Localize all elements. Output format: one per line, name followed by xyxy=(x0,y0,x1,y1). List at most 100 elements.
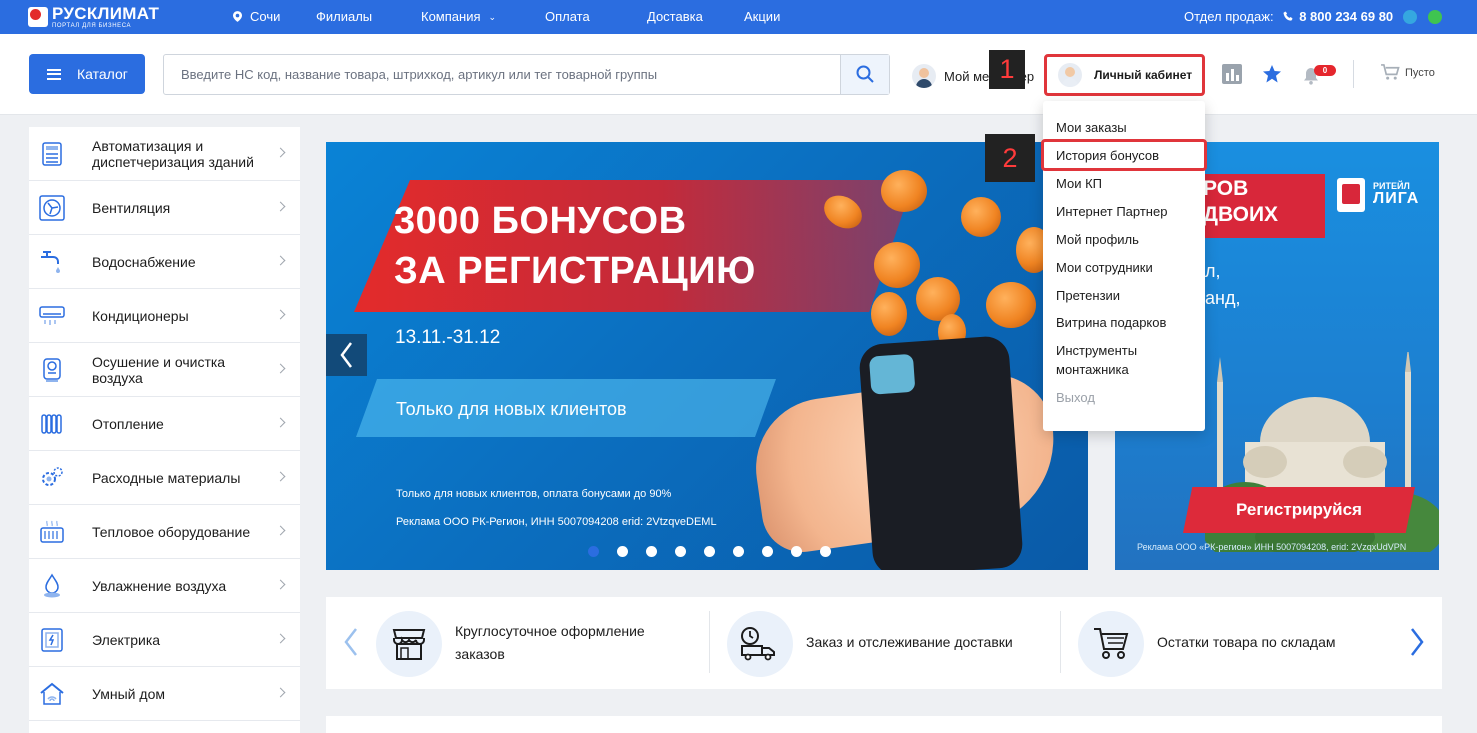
chevron-right-icon xyxy=(275,417,286,428)
search-button[interactable] xyxy=(840,55,889,94)
pagination-dot[interactable] xyxy=(704,546,715,557)
menu-item-my-quotes[interactable]: Мои КП xyxy=(1056,174,1102,193)
feature-divider xyxy=(1060,611,1061,673)
banner2-title-line1: РОВ xyxy=(1203,177,1249,200)
promo-banner[interactable]: 3000 БОНУСОВ ЗА РЕГИСТРАЦИЮ 13.11.-31.12… xyxy=(326,142,1088,570)
pagination-dot[interactable] xyxy=(733,546,744,557)
star-favorites-icon[interactable] xyxy=(1262,64,1282,84)
menu-icon xyxy=(47,68,61,80)
feature-text-line: Круглосуточное оформление xyxy=(455,623,645,639)
pagination-dot[interactable] xyxy=(646,546,657,557)
search-input[interactable] xyxy=(164,55,841,94)
nav-branches[interactable]: Филиалы xyxy=(316,9,372,24)
logo-text: РУСКЛИМАТ xyxy=(52,4,160,23)
catalog-label: Каталог xyxy=(77,66,128,82)
sidebar-item-automation[interactable]: Автоматизация и диспетчеризация зданий xyxy=(29,127,300,181)
coin-image xyxy=(986,282,1036,328)
shopping-cart-icon xyxy=(1094,628,1129,659)
catalog-sidebar: Автоматизация и диспетчеризация зданий В… xyxy=(29,127,300,733)
banner-title-line1: 3000 БОНУСОВ xyxy=(394,200,687,242)
nav-company[interactable]: Компания ⌄ xyxy=(421,9,496,24)
sidebar-item-consumables[interactable]: Расходные материалы xyxy=(29,451,300,505)
sidebar-item-thermal-equipment[interactable]: Тепловое оборудование xyxy=(29,505,300,559)
menu-item-installer-tools[interactable]: Инструменты монтажника xyxy=(1056,341,1176,379)
sidebar-item-heating[interactable]: Отопление xyxy=(29,397,300,451)
menu-item-my-profile[interactable]: Мой профиль xyxy=(1056,230,1139,249)
menu-item-my-orders[interactable]: Мои заказы xyxy=(1056,118,1127,137)
radiator-icon xyxy=(41,413,62,434)
logo[interactable]: РУСКЛИМАТ ПОРТАЛ ДЛЯ БИЗНЕСА xyxy=(28,5,159,29)
whatsapp-icon[interactable] xyxy=(1428,10,1442,24)
pagination-dot[interactable] xyxy=(617,546,628,557)
search-icon xyxy=(856,65,874,83)
personal-cabinet-button[interactable]: Личный кабинет xyxy=(1044,54,1205,96)
highlight-box-bonus-history xyxy=(1041,139,1207,171)
features-strip: Круглосуточное оформление заказов Заказ … xyxy=(326,597,1442,689)
banner-pagination xyxy=(588,546,831,557)
register-button[interactable]: Регистрируйся xyxy=(1183,487,1415,533)
step-badge-1: 1 xyxy=(989,50,1025,89)
sidebar-item-label: Электрика xyxy=(92,631,161,648)
air-purifier-icon xyxy=(43,357,61,382)
chevron-left-icon[interactable] xyxy=(344,627,358,657)
coin-image xyxy=(961,197,1001,237)
location-pin-icon xyxy=(233,11,242,22)
sidebar-item-label: Увлажнение воздуха xyxy=(92,577,227,594)
nav-delivery[interactable]: Доставка xyxy=(647,9,703,24)
feature-icon-circle xyxy=(376,611,442,677)
sales-label: Отдел продаж: xyxy=(1184,9,1274,24)
sidebar-item-label: Вентиляция xyxy=(92,199,171,216)
search-box xyxy=(163,54,890,95)
chevron-right-icon[interactable] xyxy=(1410,627,1424,657)
menu-item-my-employees[interactable]: Мои сотрудники xyxy=(1056,258,1153,277)
banner-prev-button[interactable] xyxy=(326,334,367,376)
step-badge-2: 2 xyxy=(985,134,1035,182)
user-avatar xyxy=(1058,63,1082,87)
chevron-right-icon xyxy=(275,363,286,374)
cart-button[interactable]: Пусто xyxy=(1381,64,1435,81)
menu-item-logout[interactable]: Выход xyxy=(1056,388,1095,407)
sales-phone[interactable]: Отдел продаж: 8 800 234 69 80 xyxy=(1184,9,1393,24)
feature-divider xyxy=(709,611,710,673)
city-selector[interactable]: Сочи xyxy=(233,9,280,24)
pagination-dot[interactable] xyxy=(791,546,802,557)
catalog-button[interactable]: Каталог xyxy=(29,54,145,94)
chevron-right-icon xyxy=(275,255,286,266)
sidebar-item-label: Автоматизация и диспетчеризация зданий xyxy=(92,137,254,170)
sidebar-item-label: Осушение и очистка воздуха xyxy=(92,353,226,386)
cabinet-label: Личный кабинет xyxy=(1094,68,1193,82)
phone-icon xyxy=(1283,11,1293,21)
sidebar-item-air-conditioners[interactable]: Кондиционеры xyxy=(29,289,300,343)
menu-item-claims[interactable]: Претензии xyxy=(1056,286,1120,305)
sidebar-item-label: Водоснабжение xyxy=(92,253,196,270)
nav-payment[interactable]: Оплата xyxy=(545,9,590,24)
sidebar-item-humidification[interactable]: Увлажнение воздуха xyxy=(29,559,300,613)
telegram-icon[interactable] xyxy=(1403,10,1417,24)
pagination-dot[interactable] xyxy=(820,546,831,557)
logo-subtitle: ПОРТАЛ ДЛЯ БИЗНЕСА xyxy=(52,23,132,29)
chevron-right-icon xyxy=(275,309,286,320)
smart-home-icon xyxy=(40,682,64,705)
sidebar-item-ventilation[interactable]: Вентиляция xyxy=(29,181,300,235)
banner-note-ad: Реклама ООО РК-Регион, ИНН 5007094208 er… xyxy=(396,516,717,528)
delivery-truck-icon xyxy=(741,627,775,661)
pagination-dot[interactable] xyxy=(588,546,599,557)
manager-avatar xyxy=(912,64,936,88)
compare-chart-icon[interactable] xyxy=(1222,64,1242,84)
menu-item-gift-showcase[interactable]: Витрина подарков xyxy=(1056,313,1166,332)
menu-item-internet-partner[interactable]: Интернет Партнер xyxy=(1056,202,1167,221)
ventilation-icon xyxy=(39,194,65,221)
pagination-dot[interactable] xyxy=(675,546,686,557)
header-divider xyxy=(1353,60,1354,88)
chevron-right-icon xyxy=(275,579,286,590)
sidebar-item-water-supply[interactable]: Водоснабжение xyxy=(29,235,300,289)
chevron-right-icon xyxy=(275,201,286,212)
sidebar-item-air-purification[interactable]: Осушение и очистка воздуха xyxy=(29,343,300,397)
sidebar-item-smart-home[interactable]: Умный дом xyxy=(29,667,300,721)
pagination-dot[interactable] xyxy=(762,546,773,557)
nav-promotions[interactable]: Акции xyxy=(744,9,780,24)
sidebar-item-electrics[interactable]: Электрика xyxy=(29,613,300,667)
banner-note-terms: Только для новых клиентов, оплата бонуса… xyxy=(396,488,672,500)
city-label: Сочи xyxy=(250,9,281,24)
banner-date: 13.11.-31.12 xyxy=(395,327,501,348)
